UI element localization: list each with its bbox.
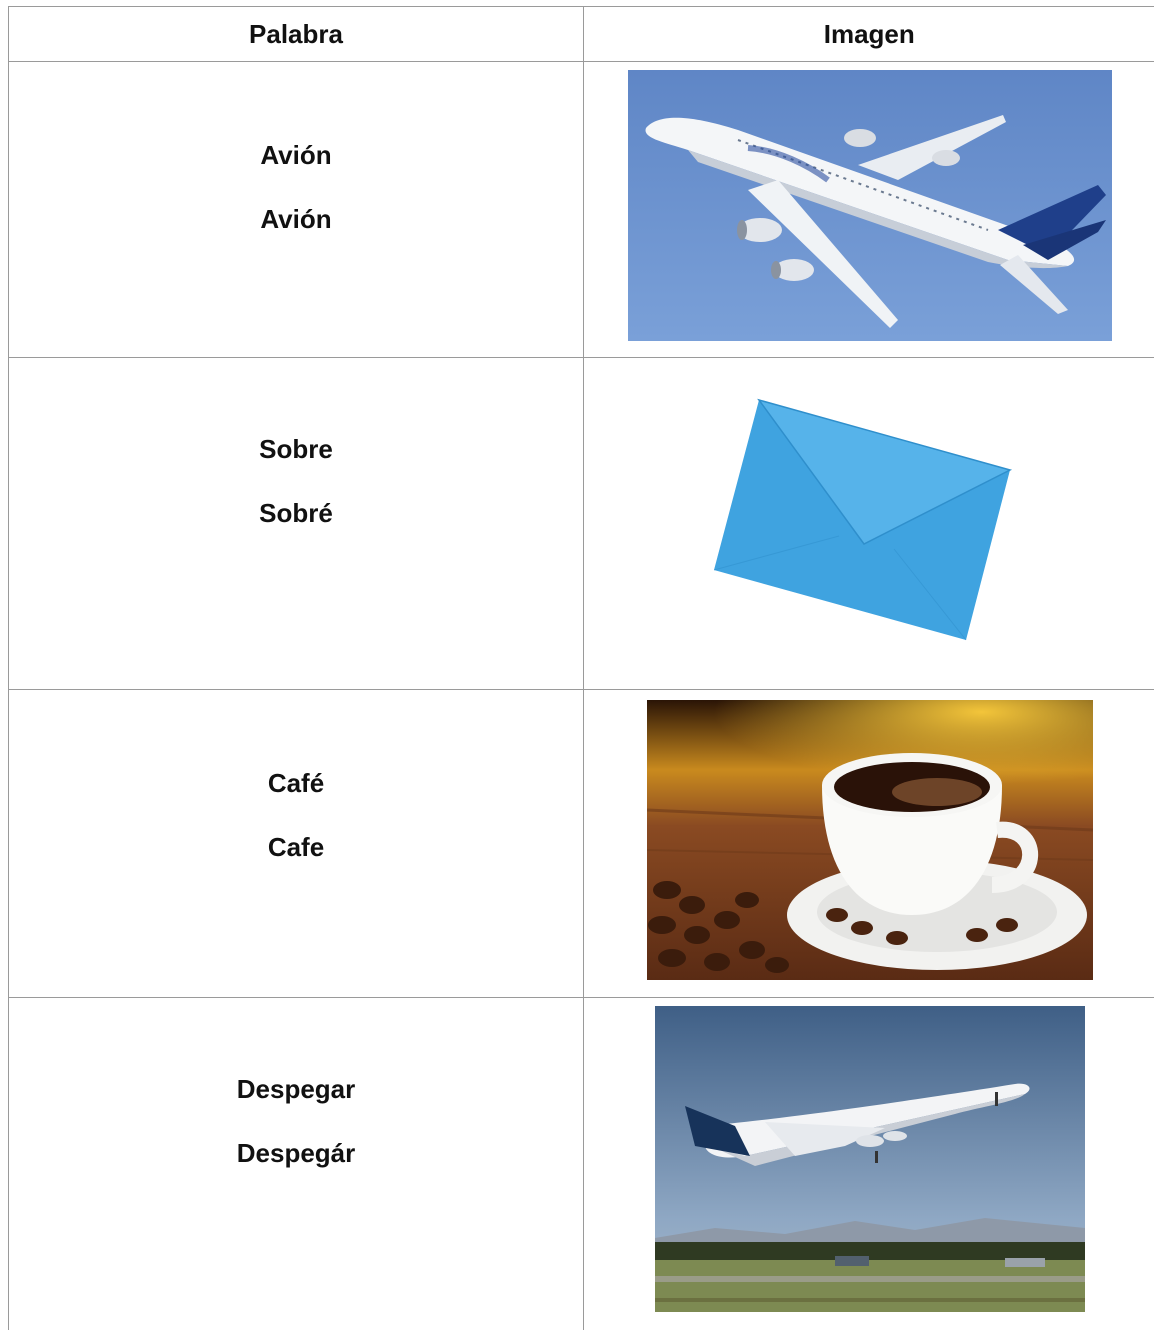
word-variant: Avión [260, 204, 332, 234]
word-primary: Sobre [259, 434, 333, 465]
word-variant: Sobré [259, 498, 333, 529]
table-row: Despegar Despegár [8, 997, 1154, 1330]
word-primary: Avión [260, 140, 332, 170]
image-cell [583, 357, 1154, 690]
word-variant: Cafe [267, 831, 325, 862]
word-variant: Despegár [236, 1138, 356, 1169]
header-image: Imagen [583, 6, 1154, 62]
table-header-row: Palabra Imagen [8, 6, 1154, 62]
airplane-in-sky-image [628, 70, 1112, 341]
word-cell: Despegar Despegár [8, 997, 584, 1330]
image-cell [583, 997, 1154, 1330]
table-row: Café Cafe [8, 688, 1154, 999]
table-row: Avión Avión [8, 60, 1154, 359]
image-cell [583, 688, 1154, 999]
header-word: Palabra [8, 6, 584, 62]
word-cell: Avión Avión [8, 60, 584, 359]
table-row: Sobre Sobré [8, 357, 1154, 690]
word-primary: Café [267, 767, 325, 798]
vocabulary-table: Palabra Imagen Avión Avión Sobre Sobré C… [8, 6, 1154, 1330]
word-primary: Despegar [236, 1074, 356, 1105]
airplane-takeoff-image [655, 1006, 1085, 1313]
blue-envelope-image [714, 399, 1013, 641]
image-cell [583, 60, 1154, 359]
word-cell: Sobre Sobré [8, 357, 584, 690]
coffee-cup-image [647, 699, 1093, 980]
word-cell: Café Cafe [8, 688, 584, 999]
